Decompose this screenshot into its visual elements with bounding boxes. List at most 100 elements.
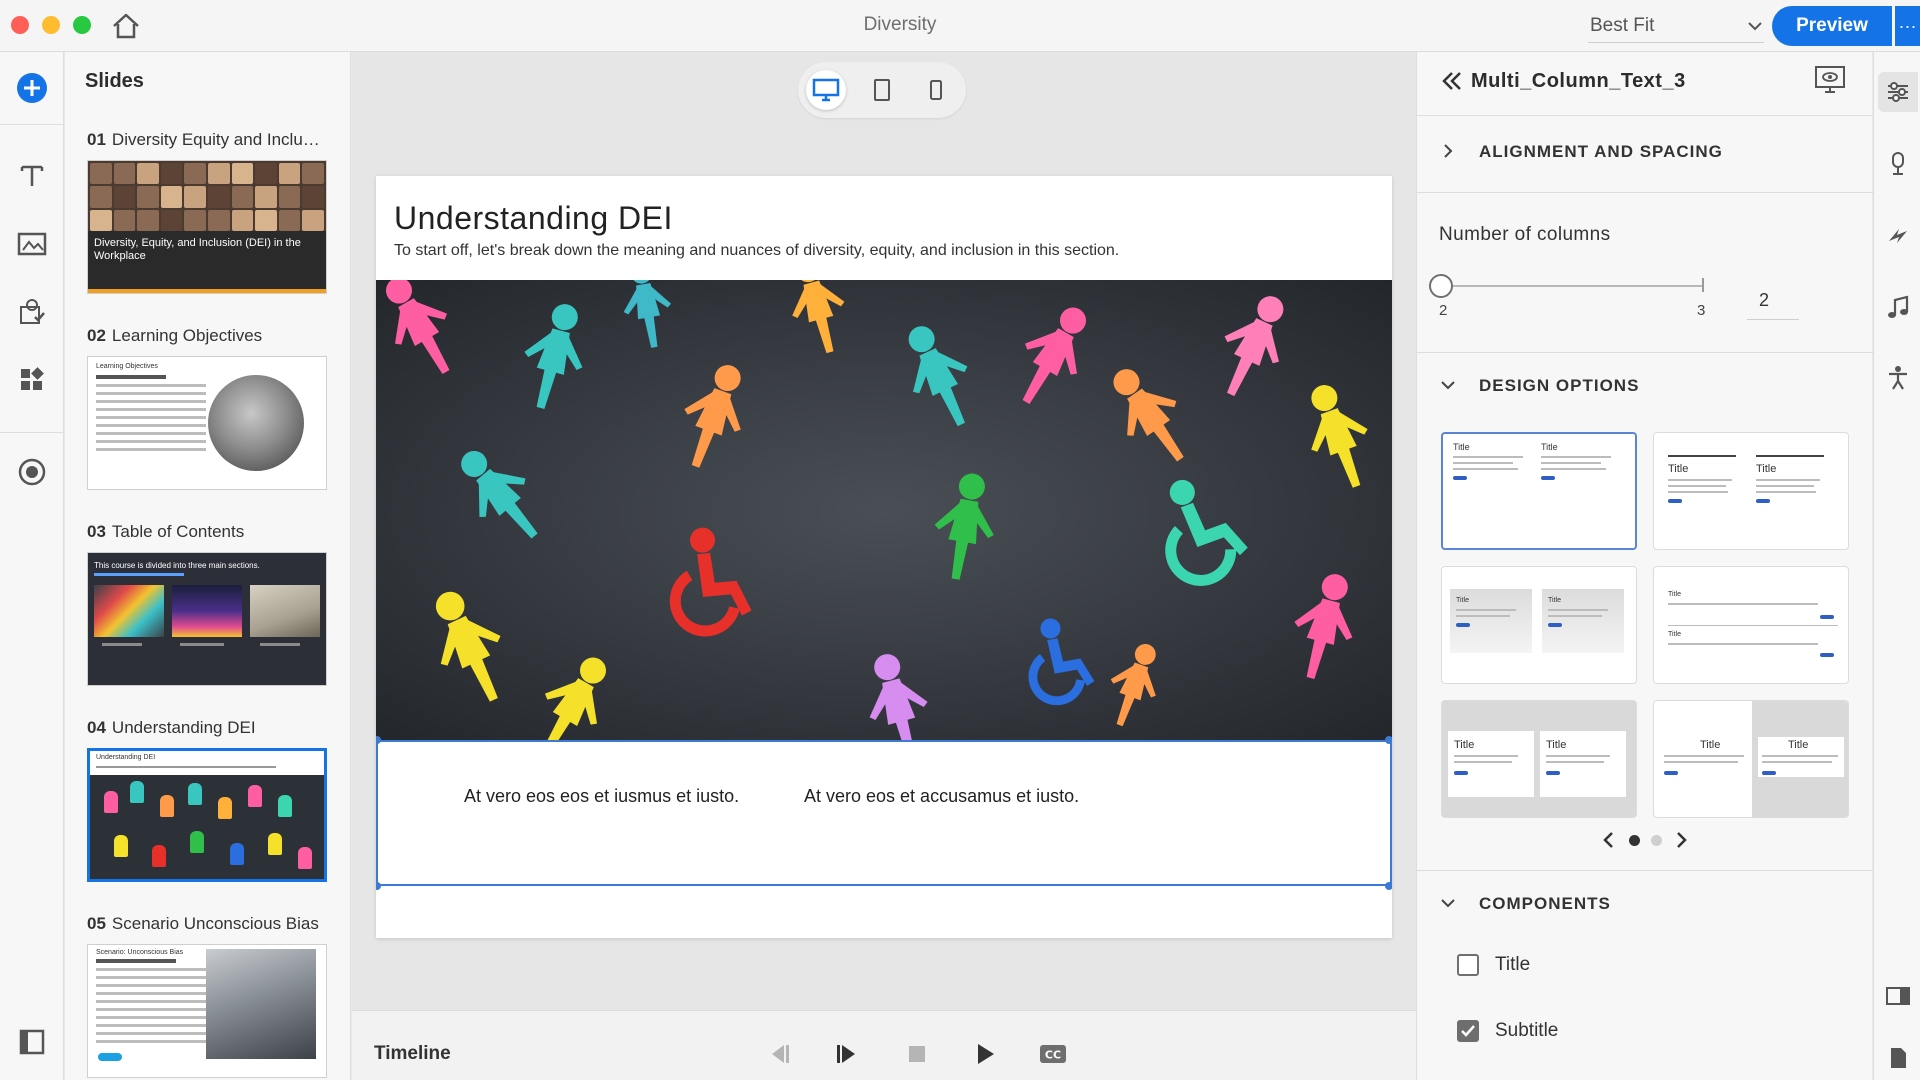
design-option-6[interactable]: Title Title <box>1653 700 1849 818</box>
slide-preview-icon[interactable] <box>1813 64 1847 96</box>
columns-slider-track[interactable] <box>1453 285 1703 287</box>
resize-handle[interactable] <box>1385 736 1392 744</box>
desktop-view-button[interactable] <box>806 70 846 110</box>
design-card-title: Title <box>1453 442 1470 452</box>
preview-button[interactable]: Preview <box>1772 6 1892 46</box>
previous-button[interactable] <box>762 1037 796 1071</box>
audio-tab[interactable] <box>1878 144 1918 184</box>
step-forward-button[interactable] <box>830 1037 864 1071</box>
microphone-icon <box>1892 152 1904 175</box>
design-card-title: Title <box>1541 442 1558 452</box>
multi-column-text-box[interactable]: At vero eos eos et iusmus et iusto. At v… <box>376 740 1392 886</box>
record-icon <box>18 458 46 486</box>
accessibility-tab[interactable] <box>1878 358 1918 398</box>
slide-item-4[interactable]: 04 Understanding DEI Understanding DEI <box>87 718 327 882</box>
slide-hero-image[interactable] <box>376 280 1392 740</box>
slider-tick <box>1702 278 1704 292</box>
canvas-area: Understanding DEI To start off, let's br… <box>352 52 1416 1010</box>
chevron-right-icon[interactable] <box>1673 830 1689 850</box>
design-card-title: Title <box>1548 597 1561 604</box>
slide-heading[interactable]: Understanding DEI <box>394 200 673 237</box>
music-tab[interactable] <box>1878 288 1918 328</box>
slide-label: 05 Scenario Unconscious Bias <box>87 914 327 938</box>
slide-item-5[interactable]: 05 Scenario Unconscious Bias Scenario: Un… <box>87 914 327 1078</box>
thumbnail-caption: Learning Objectives <box>96 363 158 370</box>
columns-value-input[interactable]: 2 <box>1747 290 1799 320</box>
design-card-title: Title <box>1700 739 1721 751</box>
properties-tab[interactable] <box>1878 72 1918 112</box>
closed-captions-button[interactable]: CC <box>1036 1037 1070 1071</box>
maximize-window-button[interactable] <box>73 16 91 34</box>
slide-thumbnail[interactable]: This course is divided into three main s… <box>87 552 327 686</box>
alignment-section-header[interactable]: ALIGNMENT AND SPACING <box>1417 124 1873 180</box>
design-option-4[interactable]: Title Title <box>1653 566 1849 684</box>
slide-thumbnail-selected[interactable]: Understanding DEI <box>87 748 327 882</box>
tablet-view-button[interactable] <box>862 70 902 110</box>
properties-header: Multi_Column_Text_3 <box>1417 52 1873 116</box>
design-option-5[interactable]: Title Title <box>1441 700 1637 818</box>
slide-subheading[interactable]: To start off, let's break down the meani… <box>394 242 1119 260</box>
slide-thumbnail[interactable]: Scenario: Unconscious Bias <box>87 944 327 1078</box>
minimize-window-button[interactable] <box>42 16 60 34</box>
design-option-2[interactable]: Title Title <box>1653 432 1849 550</box>
home-icon[interactable] <box>110 11 142 41</box>
slider-min-label: 2 <box>1439 302 1448 319</box>
slide-thumbnail[interactable]: Learning Objectives <box>87 356 327 490</box>
accessibility-icon <box>1889 366 1907 390</box>
design-options-section-header[interactable]: DESIGN OPTIONS <box>1417 358 1873 414</box>
chevron-left-icon[interactable] <box>1601 830 1617 850</box>
slide-item-3[interactable]: 03 Table of Contents This course is divid… <box>87 522 327 686</box>
slide-number: 02 <box>87 326 106 345</box>
title-checkbox[interactable] <box>1457 954 1479 976</box>
text-tool-button[interactable] <box>12 156 52 196</box>
resize-handle[interactable] <box>376 882 381 890</box>
pager-dot-active[interactable] <box>1629 835 1640 846</box>
close-window-button[interactable] <box>11 16 29 34</box>
resize-handle[interactable] <box>1385 882 1392 890</box>
design-option-3[interactable]: Title Title <box>1441 566 1637 684</box>
step-back-icon <box>772 1045 789 1063</box>
play-button[interactable] <box>968 1037 1002 1071</box>
preview-more-button[interactable]: ··· <box>1895 6 1920 46</box>
media-tool-button[interactable] <box>12 224 52 264</box>
quiz-tool-button[interactable] <box>12 292 52 332</box>
record-tool-button[interactable] <box>12 452 52 492</box>
columns-slider-knob[interactable] <box>1429 274 1453 298</box>
slide-title: Scenario Unconscious Bias <box>111 914 319 933</box>
add-slide-button[interactable] <box>12 68 52 108</box>
double-chevron-left-icon[interactable] <box>1439 68 1465 94</box>
layout-tab[interactable] <box>1878 976 1918 1016</box>
component-subtitle-toggle[interactable]: Subtitle <box>1457 1016 1558 1046</box>
slide-canvas[interactable]: Understanding DEI To start off, let's br… <box>376 176 1392 938</box>
sliders-icon <box>1888 82 1908 102</box>
components-section-header[interactable]: COMPONENTS <box>1417 876 1873 932</box>
timeline-label[interactable]: Timeline <box>374 1043 451 1065</box>
plus-circle-icon <box>17 73 47 103</box>
thumbnail-caption: Scenario: Unconscious Bias <box>96 949 184 956</box>
animation-tab[interactable] <box>1878 216 1918 256</box>
mobile-view-button[interactable] <box>916 70 956 110</box>
stop-button[interactable] <box>900 1037 934 1071</box>
subtitle-checkbox[interactable] <box>1457 1020 1479 1042</box>
slide-thumbnail[interactable]: Diversity, Equity, and Inclusion (DEI) i… <box>87 160 327 294</box>
component-title-toggle[interactable]: Title <box>1457 950 1530 980</box>
slide-item-1[interactable]: 01 Diversity Equity and Inclusi... Divers… <box>87 130 327 294</box>
column-1-text[interactable]: At vero eos eos et iusmus et iusto. <box>464 786 739 807</box>
master-slide-button[interactable] <box>12 1022 52 1062</box>
thumbnail-caption: This course is divided into three main s… <box>94 561 260 570</box>
design-option-1[interactable]: Title Title <box>1441 432 1637 550</box>
design-card-title: Title <box>1668 631 1681 638</box>
widgets-tool-button[interactable] <box>12 360 52 400</box>
thumbnail-caption: Diversity, Equity, and Inclusion (DEI) i… <box>94 237 301 262</box>
columns-label: Number of columns <box>1439 224 1611 245</box>
pager-dot[interactable] <box>1651 835 1662 846</box>
zoom-fit-select[interactable]: Best Fit <box>1588 9 1764 43</box>
document-tab[interactable] <box>1878 1038 1918 1078</box>
design-card-title: Title <box>1668 463 1689 475</box>
slide-item-2[interactable]: 02 Learning Objectives Learning Objective… <box>87 326 327 490</box>
column-2-text[interactable]: At vero eos et accusamus et iusto. <box>804 786 1079 807</box>
play-icon <box>978 1044 994 1064</box>
slide-title: Table of Contents <box>111 522 245 541</box>
properties-panel: Multi_Column_Text_3 ALIGNMENT AND SPACIN… <box>1416 52 1873 1080</box>
design-options-pager <box>1601 828 1691 852</box>
